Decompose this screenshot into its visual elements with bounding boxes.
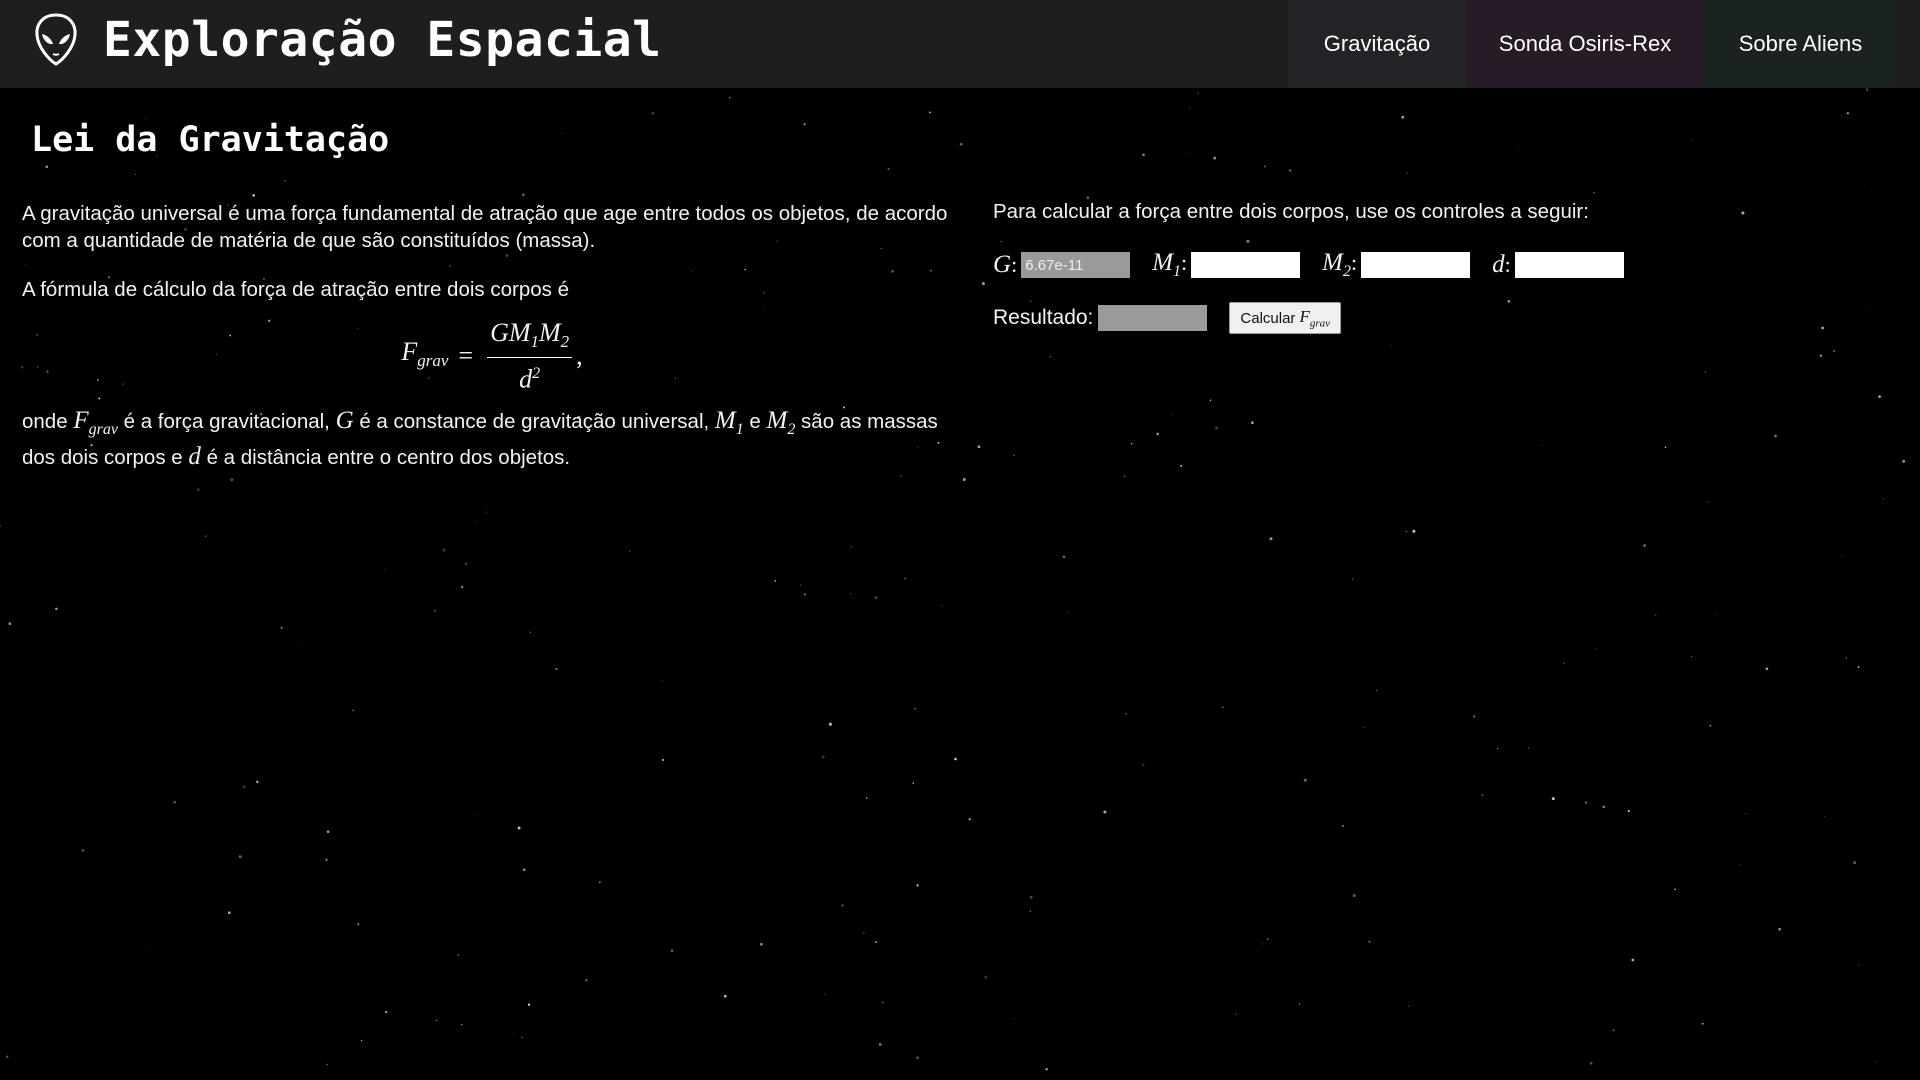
calculator-intro: Para calcular a força entre dois corpos,…: [993, 200, 1589, 223]
result-label: Resultado:: [993, 306, 1094, 329]
explanation-column: A gravitação universal é uma força funda…: [22, 200, 962, 493]
formula-equals: =: [458, 341, 474, 371]
nav-gravitacao[interactable]: Gravitação: [1288, 0, 1466, 88]
result-output: [1098, 305, 1208, 331]
m1-label: M1:: [1152, 249, 1188, 280]
formula-numerator: GM1M2: [487, 319, 573, 359]
inputs-row: G: M1: M2: d:: [993, 248, 1873, 282]
m1-input[interactable]: [1191, 252, 1301, 278]
d-input[interactable]: [1514, 252, 1624, 278]
result-row: Resultado: Calcular Fgrav: [993, 302, 1873, 334]
gravitation-formula: Fgrav = GM1M2 d2 ,: [22, 319, 962, 393]
calculator-column: Para calcular a força entre dois corpos,…: [993, 200, 1873, 334]
nav-sobre-aliens[interactable]: Sobre Aliens: [1704, 0, 1897, 88]
paragraph-intro: A gravitação universal é uma força funda…: [22, 202, 948, 252]
main-content: Lei da Gravitação A gravitação universal…: [0, 88, 1920, 1080]
alien-head-icon: [35, 13, 77, 66]
formula-lhs: Fgrav: [401, 336, 449, 371]
calculate-button[interactable]: Calcular Fgrav: [1229, 302, 1341, 334]
formula-denominator: d2: [519, 364, 541, 394]
site-header: Exploração Espacial Gravitação Sonda Osi…: [0, 0, 1920, 88]
g-label: G:: [993, 251, 1018, 278]
formula-comma: ,: [576, 341, 583, 371]
section-title: Lei da Gravitação: [31, 120, 390, 160]
site-title: Exploração Espacial: [103, 12, 662, 68]
paragraph-formula-intro: A fórmula de cálculo da força de atração…: [22, 278, 569, 301]
d-label: d:: [1492, 251, 1511, 278]
m2-label: M2:: [1322, 249, 1358, 280]
formula-fraction: GM1M2 d2: [487, 319, 573, 394]
nav-sonda-osiris-rex[interactable]: Sonda Osiris-Rex: [1466, 0, 1704, 88]
g-input[interactable]: [1021, 252, 1131, 278]
m2-input[interactable]: [1361, 252, 1471, 278]
paragraph-definitions: onde Fgrav é a força gravitacional, G é …: [22, 406, 938, 470]
